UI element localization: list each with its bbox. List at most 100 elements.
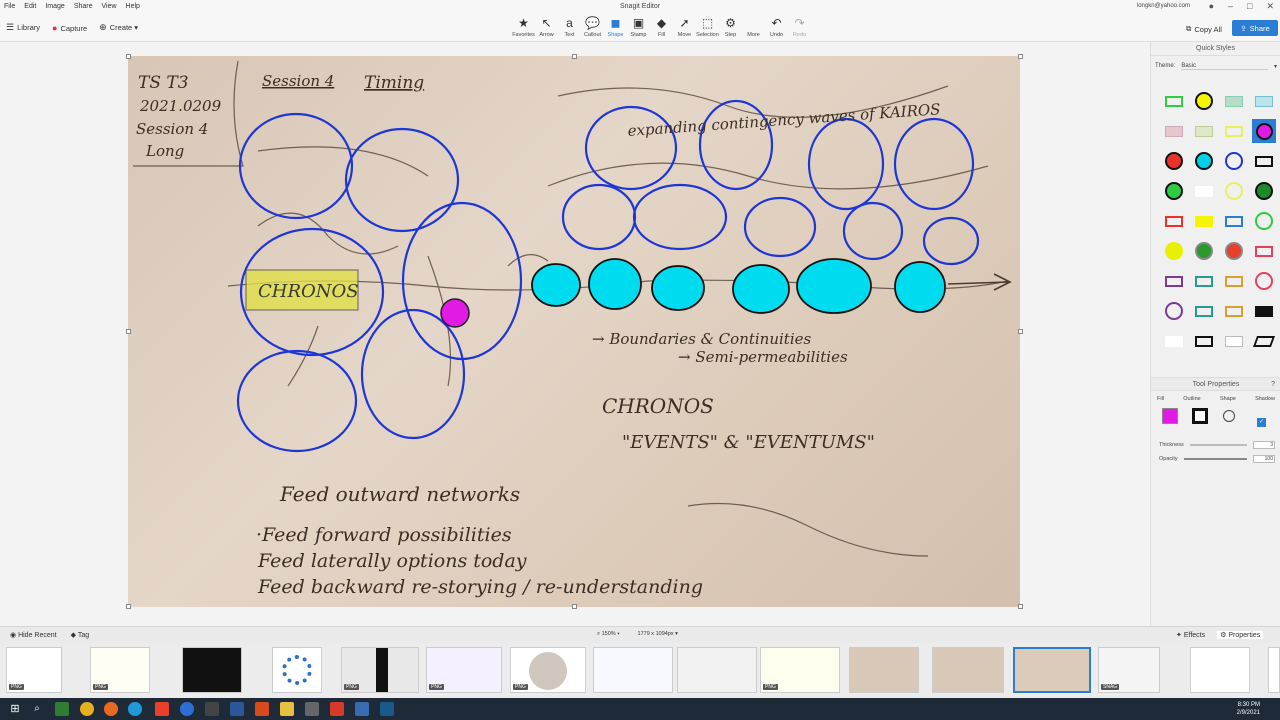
search-icon[interactable]: ⌕ — [30, 702, 44, 716]
zoom-selector[interactable]: ⌕ 150% ▾ — [597, 631, 620, 638]
style-swatch[interactable] — [1159, 206, 1189, 236]
tool-callout[interactable]: 💬 Callout — [581, 15, 604, 38]
share-button[interactable]: ⇪ Share — [1232, 20, 1278, 36]
style-swatch[interactable] — [1219, 266, 1249, 296]
style-swatch[interactable] — [1189, 296, 1219, 326]
firefox-icon[interactable] — [104, 702, 118, 716]
tag-button[interactable]: ◆ Tag — [71, 631, 90, 639]
folder-icon[interactable] — [280, 702, 294, 716]
tool-fill[interactable]: ◆ Fill — [650, 15, 673, 38]
word-icon[interactable] — [230, 702, 244, 716]
style-swatch[interactable] — [1159, 176, 1189, 206]
tool-move[interactable]: ➚ Move — [673, 15, 696, 38]
resize-handle-ml[interactable] — [126, 329, 131, 334]
tool-selection[interactable]: ⬚ Selection — [696, 15, 719, 38]
thickness-row[interactable]: Thickness 3 — [1159, 441, 1275, 449]
tray-thumbnail-selected[interactable] — [1013, 647, 1091, 693]
outline-color-swatch[interactable] — [1192, 408, 1208, 424]
maximize-icon[interactable]: □ — [1247, 1, 1252, 12]
style-swatch[interactable] — [1189, 236, 1219, 266]
style-swatch[interactable] — [1219, 296, 1249, 326]
menu-image[interactable]: Image — [45, 3, 64, 10]
style-swatch[interactable] — [1189, 146, 1219, 176]
style-swatch[interactable] — [1189, 206, 1219, 236]
shadow-checkbox[interactable]: ✓ — [1257, 418, 1266, 427]
style-swatch[interactable] — [1249, 326, 1279, 356]
style-swatch[interactable] — [1249, 146, 1279, 176]
tray-thumbnail[interactable]: PNG — [760, 647, 840, 693]
brave-icon[interactable] — [155, 702, 169, 716]
resize-handle-tm[interactable] — [572, 54, 577, 59]
account-email[interactable]: longkn@yahoo.com — [1137, 3, 1190, 9]
tool-favorites[interactable]: ★ Favorites — [512, 15, 535, 38]
tray-thumbnail[interactable]: PNG — [426, 647, 502, 693]
tray-thumbnail[interactable] — [1268, 647, 1280, 693]
properties-button[interactable]: ⚙ Properties — [1217, 631, 1264, 639]
app-icon[interactable] — [205, 702, 219, 716]
resize-handle-br[interactable] — [1018, 604, 1023, 609]
tool-more[interactable]: More — [742, 15, 765, 38]
style-swatch[interactable] — [1219, 326, 1249, 356]
style-swatch[interactable] — [1189, 176, 1219, 206]
style-swatch[interactable] — [1219, 146, 1249, 176]
resize-handle-bm[interactable] — [572, 604, 577, 609]
tray-thumbnail[interactable] — [1190, 647, 1250, 693]
app-icon[interactable] — [380, 702, 394, 716]
style-swatch[interactable] — [1159, 86, 1189, 116]
tray-thumbnail[interactable] — [677, 647, 757, 693]
tool-text[interactable]: a Text — [558, 15, 581, 38]
tray-thumbnail[interactable]: PNG — [90, 647, 150, 693]
copy-all-button[interactable]: ⧉ Copy All — [1186, 24, 1222, 34]
style-swatch[interactable] — [1159, 146, 1189, 176]
style-swatch[interactable] — [1219, 206, 1249, 236]
tray-thumbnail[interactable] — [932, 647, 1004, 693]
tool-step[interactable]: ⚙ Step — [719, 15, 742, 38]
style-swatch[interactable] — [1159, 296, 1189, 326]
style-swatch[interactable] — [1159, 266, 1189, 296]
tray-thumbnail[interactable]: PNG — [6, 647, 62, 693]
opacity-row[interactable]: Opacity 100 — [1159, 455, 1275, 463]
ie-icon[interactable] — [180, 702, 194, 716]
menu-share[interactable]: Share — [74, 3, 93, 10]
style-swatch[interactable] — [1249, 266, 1279, 296]
style-swatch-selected[interactable] — [1249, 116, 1279, 146]
resize-handle-mr[interactable] — [1018, 329, 1023, 334]
theme-selector[interactable]: Theme: Basic ▾ — [1155, 63, 1277, 70]
hide-recent-button[interactable]: ◉ Hide Recent — [10, 631, 57, 639]
shape-selector[interactable] — [1223, 410, 1235, 422]
style-swatch[interactable] — [1159, 236, 1189, 266]
tray-thumbnail[interactable] — [182, 647, 242, 693]
minimize-icon[interactable]: – — [1228, 1, 1233, 12]
style-swatch[interactable] — [1249, 236, 1279, 266]
tray-thumbnail[interactable] — [849, 647, 919, 693]
tray-thumbnail[interactable] — [272, 647, 322, 693]
tray-thumbnail[interactable]: PNG — [510, 647, 586, 693]
canvas-image[interactable]: CHRONOS TS T3 2021.0209 Session 4 Long S… — [128, 56, 1020, 607]
style-swatch[interactable] — [1249, 296, 1279, 326]
tray-thumbnail[interactable]: SNAG — [1098, 647, 1160, 693]
snagit-icon[interactable] — [355, 702, 369, 716]
tool-shape[interactable]: ◼ Shape — [604, 15, 627, 38]
chrome-icon[interactable] — [80, 702, 94, 716]
system-clock[interactable]: 8:30 PM 2/9/2021 — [1237, 701, 1260, 717]
resize-handle-tl[interactable] — [126, 54, 131, 59]
windows-start-icon[interactable]: ⊞ — [8, 702, 22, 716]
style-swatch[interactable] — [1249, 86, 1279, 116]
tray-thumbnail[interactable]: PNG — [341, 647, 419, 693]
style-swatch[interactable] — [1189, 326, 1219, 356]
effects-button[interactable]: ✦ Effects — [1176, 631, 1205, 639]
close-icon[interactable]: ✕ — [1266, 1, 1274, 12]
style-swatch[interactable] — [1159, 326, 1189, 356]
tray-thumbnail[interactable] — [593, 647, 673, 693]
app-icon[interactable] — [330, 702, 344, 716]
fill-color-swatch[interactable] — [1162, 408, 1178, 424]
app-icon[interactable] — [305, 702, 319, 716]
tool-stamp[interactable]: ▣ Stamp — [627, 15, 650, 38]
edge-icon[interactable] — [128, 702, 142, 716]
style-swatch[interactable] — [1159, 116, 1189, 146]
style-swatch[interactable] — [1219, 236, 1249, 266]
resize-handle-bl[interactable] — [126, 604, 131, 609]
style-swatch[interactable] — [1219, 86, 1249, 116]
style-swatch[interactable] — [1249, 176, 1279, 206]
style-swatch[interactable] — [1219, 116, 1249, 146]
